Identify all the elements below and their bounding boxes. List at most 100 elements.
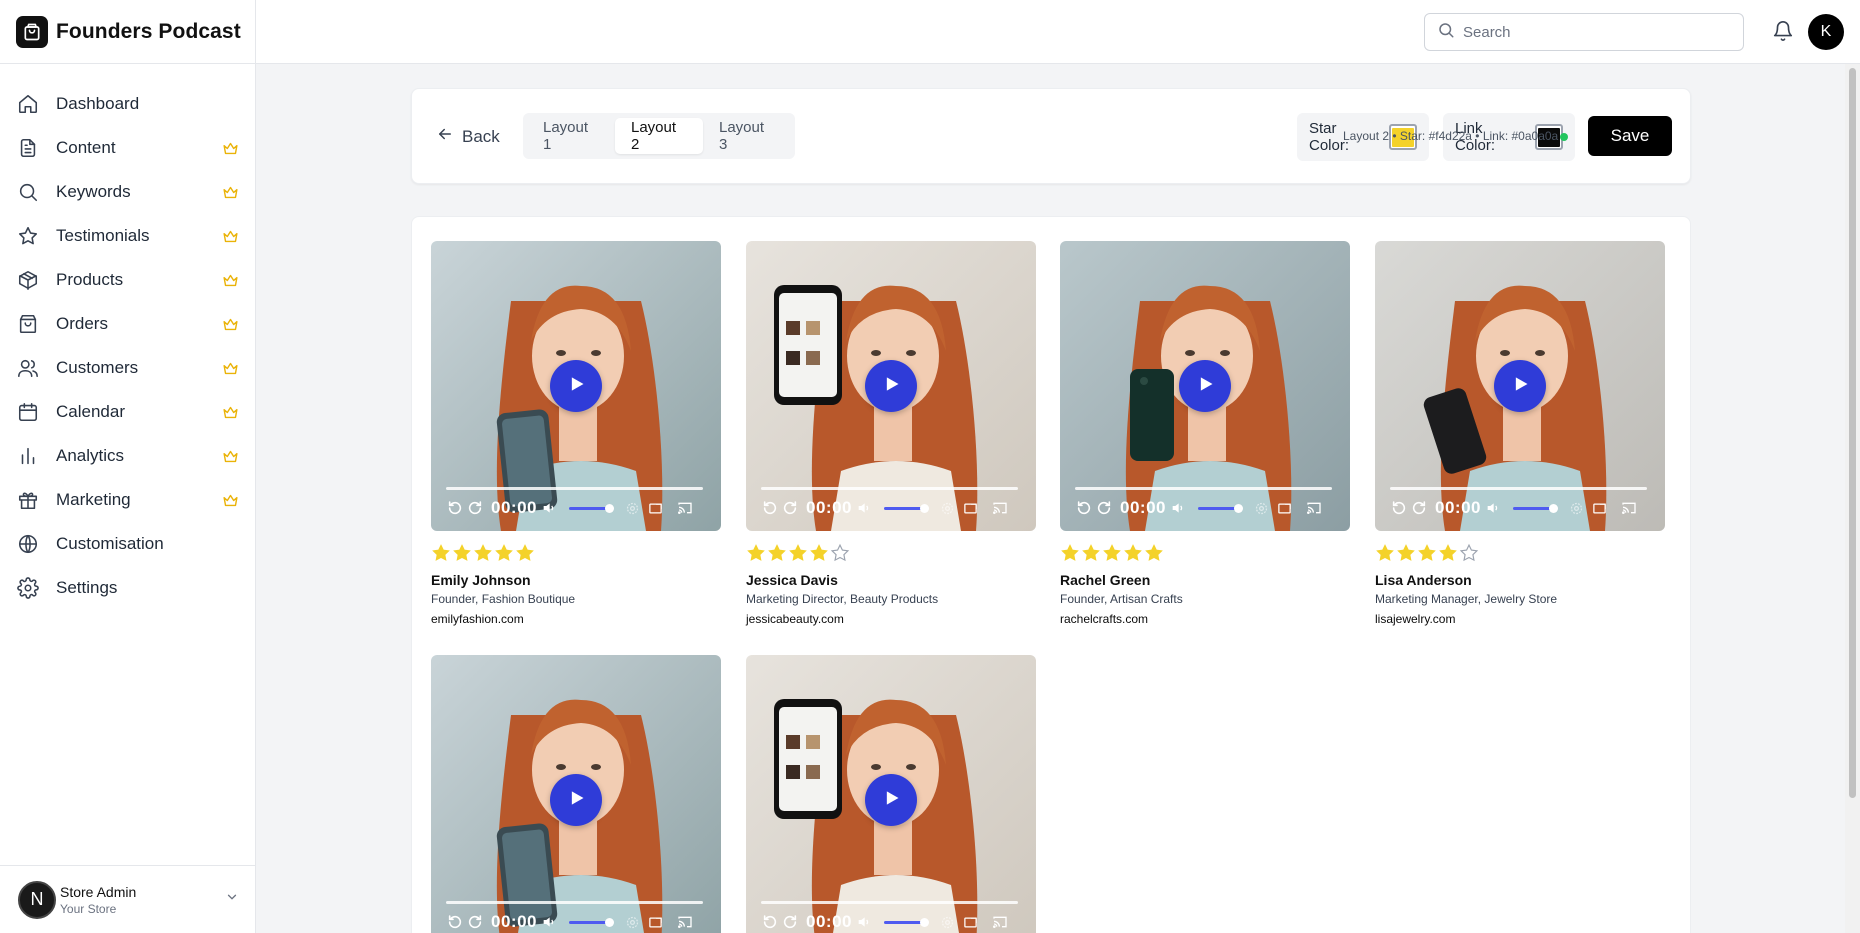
- scrollbar-thumb[interactable]: [1849, 68, 1856, 798]
- volume-slider-knob[interactable]: [604, 917, 614, 927]
- tab-layout-2[interactable]: Layout 2: [615, 118, 703, 154]
- settings-icon[interactable]: [1254, 501, 1269, 516]
- volume-slider-knob[interactable]: [604, 503, 614, 513]
- volume-icon[interactable]: [1170, 500, 1186, 516]
- volume-slider-knob[interactable]: [1233, 503, 1243, 513]
- fast-forward-icon[interactable]: [1096, 500, 1112, 516]
- cast-icon[interactable]: [677, 500, 693, 516]
- sidebar-item-orders[interactable]: Orders: [0, 302, 255, 346]
- cast-icon[interactable]: [992, 914, 1008, 930]
- volume-slider-knob[interactable]: [919, 917, 929, 927]
- volume-slider[interactable]: [568, 503, 614, 513]
- brand[interactable]: Founders Podcast: [0, 0, 255, 64]
- video-progress-bar[interactable]: [1075, 487, 1332, 490]
- testimonial-video[interactable]: 00:00: [746, 241, 1036, 531]
- settings-icon[interactable]: [625, 915, 640, 930]
- fast-forward-icon[interactable]: [782, 914, 798, 930]
- cast-icon[interactable]: [992, 500, 1008, 516]
- sidebar: Founders Podcast Dashboard Content Keyword…: [0, 0, 256, 933]
- cast-icon[interactable]: [1621, 500, 1637, 516]
- video-progress-bar[interactable]: [761, 901, 1018, 904]
- settings-icon[interactable]: [940, 915, 955, 930]
- star-filled-icon: [1396, 543, 1416, 563]
- testimonial-website-link[interactable]: rachelcrafts.com: [1060, 612, 1350, 626]
- volume-slider[interactable]: [568, 917, 614, 927]
- volume-icon[interactable]: [541, 914, 557, 930]
- cast-icon[interactable]: [677, 914, 693, 930]
- sidebar-item-analytics[interactable]: Analytics: [0, 434, 255, 478]
- sidebar-item-label: Marketing: [56, 490, 131, 509]
- testimonial-website-link[interactable]: lisajewelry.com: [1375, 612, 1665, 626]
- picture-in-picture-icon[interactable]: [648, 915, 663, 930]
- testimonial-video[interactable]: 00:00: [431, 655, 721, 933]
- sidebar-item-keywords[interactable]: Keywords: [0, 170, 255, 214]
- picture-in-picture-icon[interactable]: [963, 501, 978, 516]
- video-progress-bar[interactable]: [1390, 487, 1647, 490]
- video-progress-bar[interactable]: [446, 901, 703, 904]
- video-progress-bar[interactable]: [761, 487, 1018, 490]
- fast-forward-icon[interactable]: [467, 500, 483, 516]
- sidebar-item-products[interactable]: Products: [0, 258, 255, 302]
- search-box[interactable]: [1424, 13, 1744, 51]
- search-input[interactable]: [1463, 23, 1723, 41]
- cast-icon[interactable]: [1306, 500, 1322, 516]
- play-button[interactable]: [550, 360, 602, 412]
- testimonial-video[interactable]: 00:00: [431, 241, 721, 531]
- testimonial-video[interactable]: 00:00: [746, 655, 1036, 933]
- play-button[interactable]: [1179, 360, 1231, 412]
- volume-icon[interactable]: [1485, 500, 1501, 516]
- play-button[interactable]: [550, 774, 602, 826]
- testimonial-video[interactable]: 00:00: [1060, 241, 1350, 531]
- sidebar-item-customers[interactable]: Customers: [0, 346, 255, 390]
- video-progress-bar[interactable]: [446, 487, 703, 490]
- volume-icon[interactable]: [541, 500, 557, 516]
- sidebar-item-dashboard[interactable]: Dashboard: [0, 82, 255, 126]
- user-menu[interactable]: N Store Admin Your Store: [0, 865, 255, 933]
- volume-slider[interactable]: [883, 917, 929, 927]
- volume-icon[interactable]: [856, 914, 872, 930]
- volume-slider[interactable]: [1197, 503, 1243, 513]
- sidebar-item-marketing[interactable]: Marketing: [0, 478, 255, 522]
- sidebar-item-content[interactable]: Content: [0, 126, 255, 170]
- volume-icon[interactable]: [856, 500, 872, 516]
- tab-layout-3[interactable]: Layout 3: [703, 118, 791, 154]
- bell-icon[interactable]: [1772, 20, 1794, 47]
- sidebar-item-calendar[interactable]: Calendar: [0, 390, 255, 434]
- volume-slider-knob[interactable]: [1548, 503, 1558, 513]
- document-icon: [16, 136, 40, 160]
- rewind-icon[interactable]: [447, 500, 463, 516]
- back-button[interactable]: Back: [436, 125, 500, 148]
- volume-slider[interactable]: [1512, 503, 1558, 513]
- testimonial-video[interactable]: 00:00: [1375, 241, 1665, 531]
- testimonial-website-link[interactable]: emilyfashion.com: [431, 612, 721, 626]
- testimonial-website-link[interactable]: jessicabeauty.com: [746, 612, 1036, 626]
- volume-slider-knob[interactable]: [919, 503, 929, 513]
- play-button[interactable]: [865, 774, 917, 826]
- fast-forward-icon[interactable]: [467, 914, 483, 930]
- rewind-icon[interactable]: [762, 914, 778, 930]
- settings-icon[interactable]: [940, 501, 955, 516]
- settings-icon[interactable]: [625, 501, 640, 516]
- fast-forward-icon[interactable]: [1411, 500, 1427, 516]
- tab-layout-1[interactable]: Layout 1: [527, 118, 615, 154]
- picture-in-picture-icon[interactable]: [1592, 501, 1607, 516]
- rewind-icon[interactable]: [447, 914, 463, 930]
- sidebar-item-settings[interactable]: Settings: [0, 566, 255, 610]
- play-button[interactable]: [865, 360, 917, 412]
- sidebar-item-customisation[interactable]: Customisation: [0, 522, 255, 566]
- sidebar-item-testimonials[interactable]: Testimonials: [0, 214, 255, 258]
- rewind-icon[interactable]: [1076, 500, 1092, 516]
- picture-in-picture-icon[interactable]: [963, 915, 978, 930]
- rewind-icon[interactable]: [762, 500, 778, 516]
- picture-in-picture-icon[interactable]: [648, 501, 663, 516]
- settings-icon[interactable]: [1569, 501, 1584, 516]
- chevron-down-icon[interactable]: [225, 890, 239, 909]
- rewind-icon[interactable]: [1391, 500, 1407, 516]
- picture-in-picture-icon[interactable]: [1277, 501, 1292, 516]
- account-avatar[interactable]: K: [1808, 14, 1844, 50]
- play-button[interactable]: [1494, 360, 1546, 412]
- volume-slider[interactable]: [883, 503, 929, 513]
- fast-forward-icon[interactable]: [782, 500, 798, 516]
- scrollbar[interactable]: [1845, 64, 1860, 933]
- save-button[interactable]: Save: [1588, 116, 1672, 156]
